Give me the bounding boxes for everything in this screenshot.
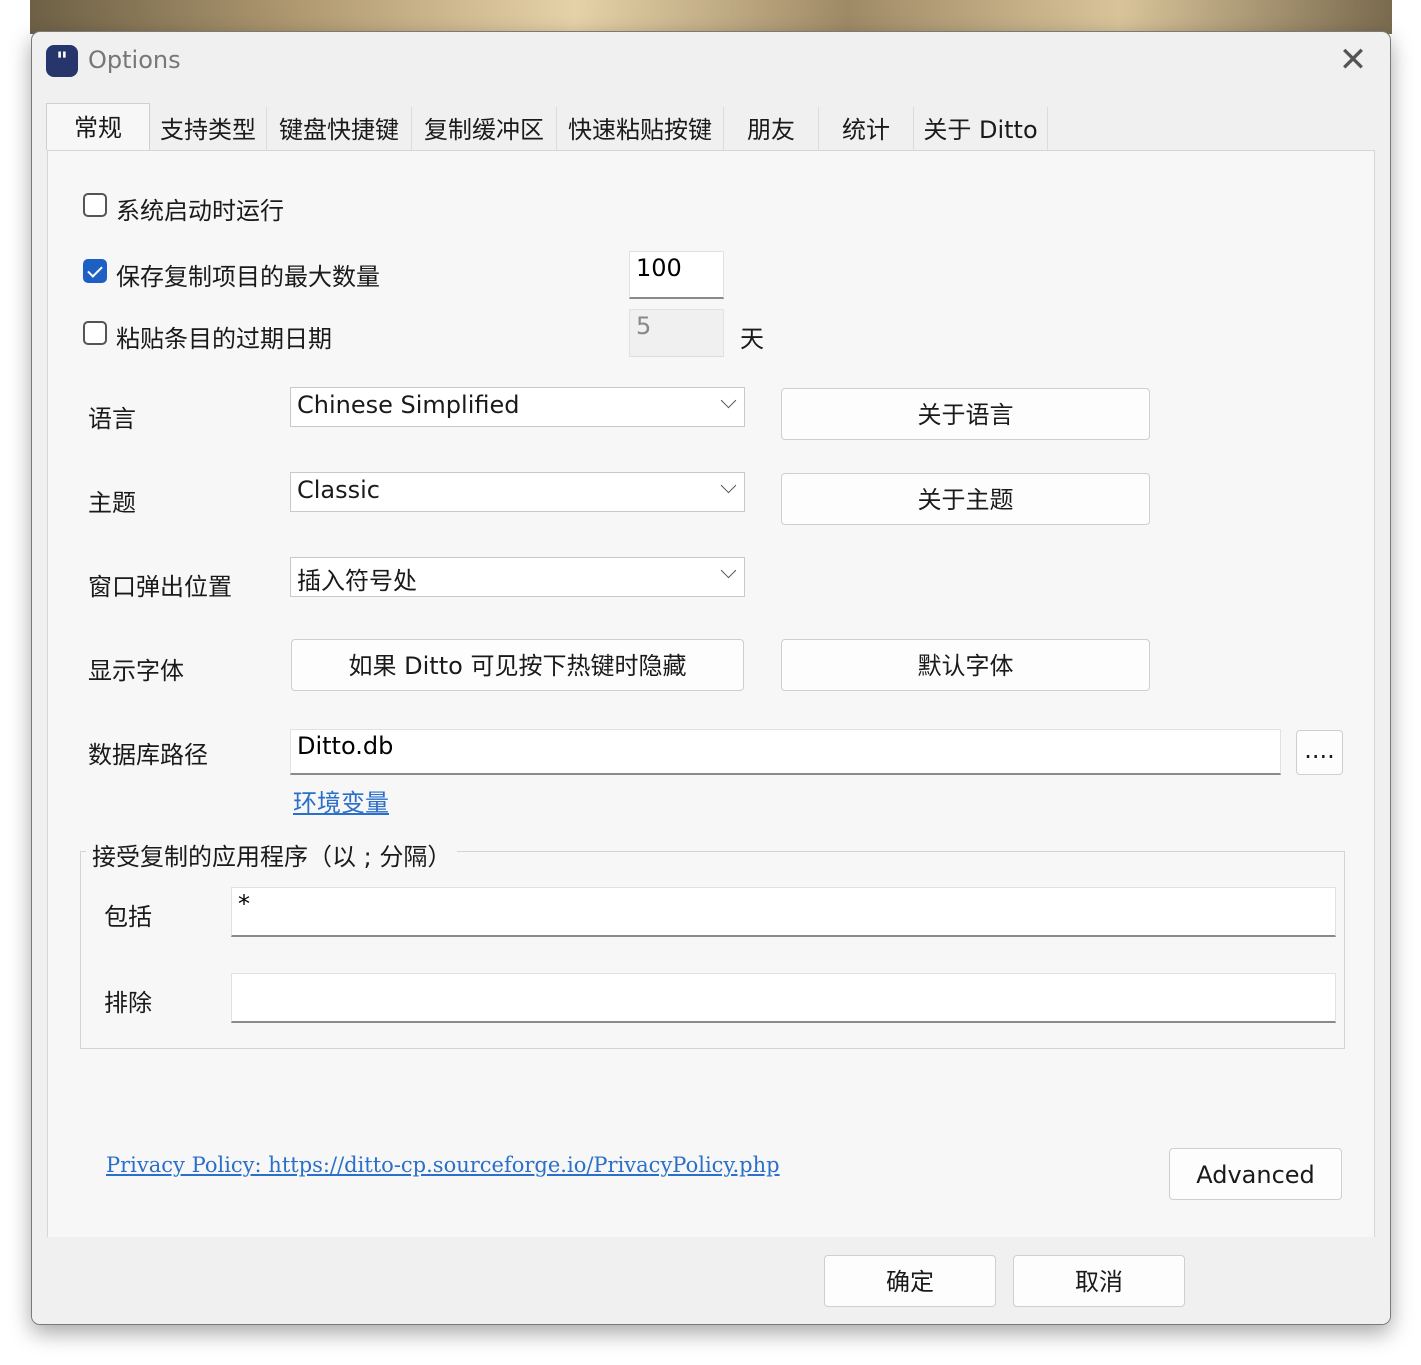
db-path-input[interactable]: Ditto.db <box>290 729 1281 775</box>
max-items-input[interactable]: 100 <box>629 251 724 299</box>
popup-position-select-value: 插入符号处 <box>297 567 417 595</box>
theme-label: 主题 <box>88 489 136 517</box>
general-tab-panel: 系统启动时运行 保存复制项目的最大数量 100 粘贴条目的过期日期 5 天 语言… <box>47 150 1375 1238</box>
exclude-label: 排除 <box>104 989 152 1017</box>
tab-supported-types[interactable]: 支持类型 <box>150 107 267 151</box>
language-select[interactable]: Chinese Simplified <box>290 387 745 427</box>
language-select-value: Chinese Simplified <box>297 391 520 419</box>
tab-keyboard-shortcuts[interactable]: 键盘快捷键 <box>267 107 412 151</box>
tab-friends[interactable]: 朋友 <box>724 107 819 151</box>
chevron-down-icon <box>720 562 737 579</box>
default-font-button[interactable]: 默认字体 <box>781 639 1150 691</box>
font-select-button[interactable]: 如果 Ditto 可见按下热键时隐藏 <box>291 639 744 691</box>
environment-variables-link[interactable]: 环境变量 <box>293 783 389 818</box>
options-dialog: " Options ✕ 常规 支持类型 键盘快捷键 复制缓冲区 快速粘贴按键 朋… <box>31 31 1391 1325</box>
accept-apps-group-title: 接受复制的应用程序（以 ; 分隔） <box>86 837 458 872</box>
expire-label: 粘贴条目的过期日期 <box>116 325 332 353</box>
expire-checkbox[interactable] <box>83 321 107 345</box>
dialog-button-bar: 确定 取消 <box>32 1237 1390 1324</box>
about-theme-button[interactable]: 关于主题 <box>781 473 1150 525</box>
privacy-policy-link[interactable]: Privacy Policy: https://ditto-cp.sourcef… <box>106 1153 780 1177</box>
start-on-boot-checkbox[interactable] <box>83 193 107 217</box>
chevron-down-icon <box>720 392 737 409</box>
popup-position-label: 窗口弹出位置 <box>88 573 232 601</box>
about-language-button[interactable]: 关于语言 <box>781 388 1150 440</box>
desktop-wallpaper-strip <box>30 0 1392 34</box>
tab-quick-paste-keys[interactable]: 快速粘贴按键 <box>557 107 724 151</box>
language-label: 语言 <box>88 405 136 433</box>
font-label: 显示字体 <box>88 657 184 685</box>
window-title: Options <box>88 46 181 74</box>
popup-position-select[interactable]: 插入符号处 <box>290 557 745 597</box>
expire-unit-label: 天 <box>740 325 764 353</box>
include-apps-input[interactable]: * <box>231 887 1336 937</box>
close-button[interactable]: ✕ <box>1330 40 1376 80</box>
expire-days-input[interactable]: 5 <box>629 309 724 357</box>
tab-about[interactable]: 关于 Ditto <box>914 107 1048 151</box>
title-bar: " Options ✕ <box>32 32 1390 90</box>
db-browse-button[interactable]: .... <box>1296 730 1343 775</box>
tab-stats[interactable]: 统计 <box>819 107 914 151</box>
tab-copy-buffers[interactable]: 复制缓冲区 <box>412 107 557 151</box>
theme-select-value: Classic <box>297 476 381 504</box>
start-on-boot-label: 系统启动时运行 <box>116 197 284 225</box>
include-label: 包括 <box>104 903 152 931</box>
tab-general[interactable]: 常规 <box>46 103 150 150</box>
chevron-down-icon <box>720 477 737 494</box>
db-path-label: 数据库路径 <box>88 741 208 769</box>
advanced-button[interactable]: Advanced <box>1169 1148 1342 1200</box>
ok-button[interactable]: 确定 <box>824 1255 996 1307</box>
cancel-button[interactable]: 取消 <box>1013 1255 1185 1307</box>
ditto-app-icon: " <box>46 45 78 77</box>
max-items-checkbox[interactable] <box>83 259 107 283</box>
max-items-label: 保存复制项目的最大数量 <box>116 263 380 291</box>
theme-select[interactable]: Classic <box>290 472 745 512</box>
exclude-apps-input[interactable] <box>231 973 1336 1023</box>
